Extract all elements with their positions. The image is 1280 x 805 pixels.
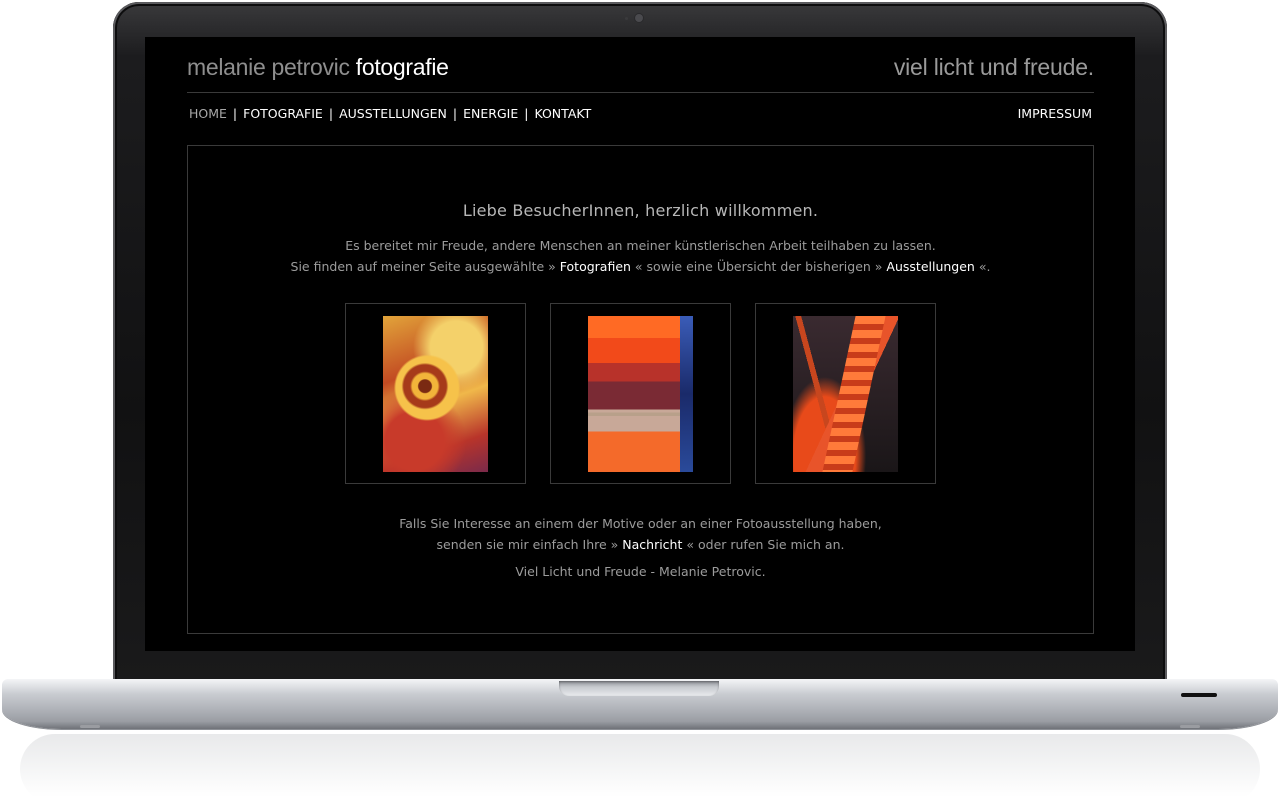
outro-line-1: Falls Sie Interesse an einem der Motive … xyxy=(399,516,882,531)
intro-text-part: « sowie eine Übersicht der bisherigen » xyxy=(630,259,887,274)
intro-line-1: Es bereitet mir Freude, andere Menschen … xyxy=(345,238,936,253)
logo-name: melanie petrovic xyxy=(187,54,350,80)
logo-fotografie: fotografie xyxy=(355,54,449,80)
thumbnail-frame[interactable] xyxy=(345,303,526,484)
camera-led xyxy=(625,17,628,20)
red-glass-ridge-photo[interactable] xyxy=(793,316,898,472)
nav-separator: | xyxy=(232,106,238,121)
outro-line-2: senden sie mir einfach Ihre » Nachricht … xyxy=(188,534,1093,555)
laptop-reflection xyxy=(20,734,1260,804)
outro-text-part: senden sie mir einfach Ihre » xyxy=(436,537,623,552)
header-divider xyxy=(187,92,1094,93)
nav-separator: | xyxy=(328,106,334,121)
laptop-mockup: melanie petrovic fotografie viel licht u… xyxy=(0,0,1280,805)
red-orange-blocks-photo[interactable] xyxy=(588,316,693,472)
link-ausstellungen[interactable]: Ausstellungen xyxy=(886,259,974,274)
laptop-opening-notch xyxy=(559,681,719,696)
intro-line-2: Sie finden auf meiner Seite ausgewählte … xyxy=(188,256,1093,277)
camera-icon xyxy=(635,14,643,22)
outro-text-part: « oder rufen Sie mich an. xyxy=(682,537,845,552)
site-header: melanie petrovic fotografie viel licht u… xyxy=(187,52,1094,92)
signature-text: Viel Licht und Freude - Melanie Petrovic… xyxy=(515,564,766,579)
screen: melanie petrovic fotografie viel licht u… xyxy=(145,37,1135,651)
link-fotografien[interactable]: Fotografien xyxy=(560,259,631,274)
welcome-heading: Liebe BesucherInnen, herzlich willkommen… xyxy=(462,201,819,220)
intro-text: Es bereitet mir Freude, andere Menschen … xyxy=(188,235,1093,277)
content-box: Liebe BesucherInnen, herzlich willkommen… xyxy=(187,145,1094,634)
laptop-foot xyxy=(80,725,100,728)
thumbnail-frame[interactable] xyxy=(755,303,936,484)
nav-item-home[interactable]: HOME xyxy=(189,106,227,121)
nav-separator: | xyxy=(452,106,458,121)
laptop-foot xyxy=(1180,725,1200,728)
nav-item-energie[interactable]: ENERGIE xyxy=(463,106,518,121)
intro-text-part: «. xyxy=(974,259,991,274)
sleep-indicator-led xyxy=(1181,693,1217,697)
photo-detail xyxy=(822,316,886,472)
thumbnail-frame[interactable] xyxy=(550,303,731,484)
nav-item-impressum[interactable]: IMPRESSUM xyxy=(1018,106,1092,121)
nav-item-ausstellungen[interactable]: AUSSTELLUNGEN xyxy=(339,106,447,121)
site-tagline: viel licht und freude. xyxy=(893,54,1094,80)
nav-item-fotografie[interactable]: FOTOGRAFIE xyxy=(243,106,323,121)
site-logo[interactable]: melanie petrovic fotografie xyxy=(187,54,449,81)
orange-glass-swirl-photo[interactable] xyxy=(383,316,488,472)
photo-detail xyxy=(680,316,693,472)
main-navigation: HOME | FOTOGRAFIE | AUSSTELLUNGEN | ENERGIE | KO… xyxy=(189,106,591,121)
nav-item-kontakt[interactable]: KONTAKT xyxy=(534,106,591,121)
intro-text-part: Sie finden auf meiner Seite ausgewählte … xyxy=(290,259,560,274)
nav-separator: | xyxy=(524,106,529,121)
link-nachricht[interactable]: Nachricht xyxy=(622,537,682,552)
outro-text: Falls Sie Interesse an einem der Motive … xyxy=(188,513,1093,555)
